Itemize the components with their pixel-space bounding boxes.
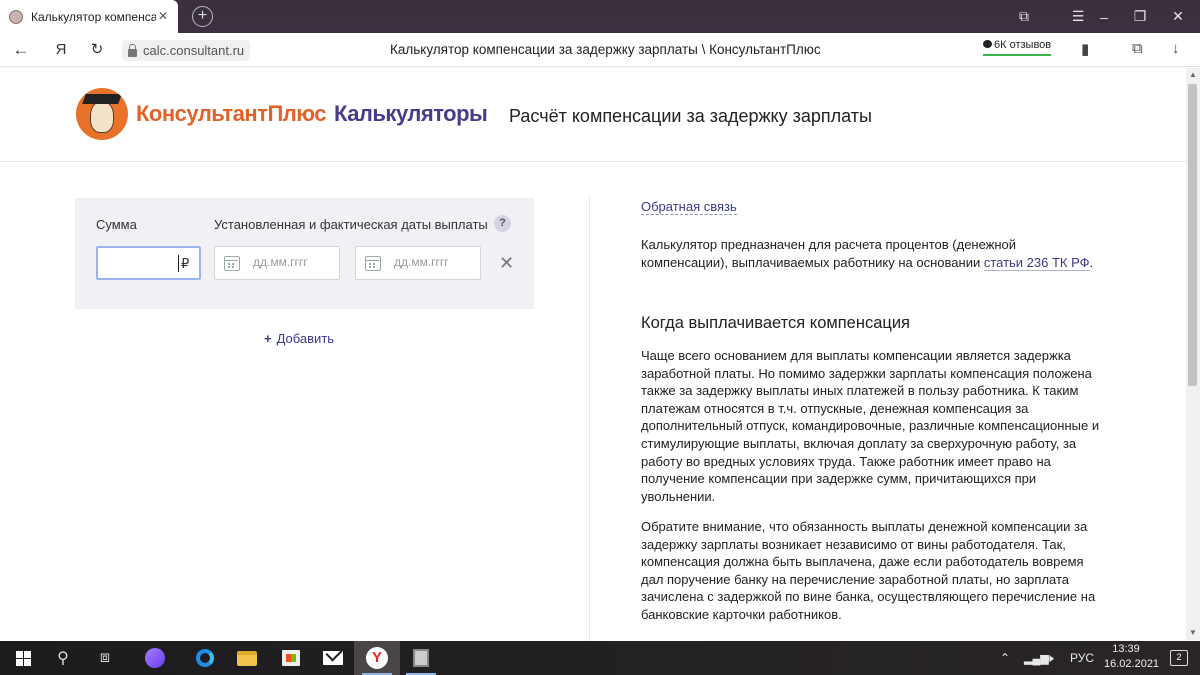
calendar-icon[interactable]	[365, 256, 381, 271]
windows-logo-icon	[15, 650, 31, 666]
volume-icon[interactable]: 🕪	[1046, 641, 1054, 675]
help-icon[interactable]: ?	[494, 215, 511, 232]
planned-date-field[interactable]	[214, 246, 340, 280]
bookmarks-panel-icon[interactable]: ⧉	[1006, 0, 1042, 33]
task-view-icon[interactable]: ⧈	[82, 641, 128, 675]
add-row-button[interactable]: + Добавить	[264, 331, 334, 346]
clock-time: 13:39	[1112, 643, 1140, 655]
url-text: calc.consultant.ru	[143, 43, 245, 58]
paragraph-1: Чаще всего основанием для выплаты компен…	[641, 348, 1100, 504]
calculator-app-icon[interactable]	[398, 641, 444, 675]
add-label: Добавить	[276, 331, 335, 346]
tray-chevron-icon[interactable]: ⌃	[1000, 641, 1010, 675]
url-field[interactable]: calc.consultant.ru	[122, 40, 251, 61]
section-heading: Когда выплачивается компенсация	[641, 314, 910, 332]
back-arrow-icon[interactable]: ←	[10, 39, 32, 61]
paragraph-2: Обратите внимание, что обязанность выпла…	[641, 519, 1096, 622]
actual-date-field[interactable]	[355, 246, 481, 280]
clock-date: 16.02.2021	[1104, 658, 1160, 670]
minimize-icon[interactable]: –	[1086, 0, 1122, 33]
restore-icon[interactable]: ❐	[1122, 0, 1158, 33]
column-divider	[589, 197, 590, 641]
calculator-form: Сумма Установленная и фактическая даты в…	[75, 198, 534, 309]
reviews-label: 6К отзывов	[994, 39, 1052, 51]
store-icon[interactable]	[268, 641, 314, 675]
brand-name: КонсультантПлюс	[136, 101, 327, 126]
notifications-icon[interactable]: 2	[1170, 650, 1188, 666]
brand-section: Калькуляторы	[334, 101, 488, 126]
collections-icon[interactable]: ⧉	[1132, 40, 1143, 57]
search-icon[interactable]: ⚲	[40, 641, 86, 675]
planned-date-input[interactable]	[253, 255, 333, 269]
site-logo[interactable]: КонсультантПлюс Калькуляторы	[136, 101, 488, 127]
network-icon[interactable]: ▂▄▆	[1024, 641, 1049, 675]
download-icon[interactable]: ↓	[1172, 40, 1180, 57]
lock-icon	[128, 43, 137, 57]
new-tab-button[interactable]: +	[192, 6, 213, 27]
browser-tab-bar: Калькулятор компенсаций ✕ + ⧉ ☰ – ❐ ✕	[0, 0, 1200, 33]
tab-close-icon[interactable]: ✕	[158, 9, 168, 23]
reviews-badge[interactable]: 6К отзывов	[983, 39, 1052, 56]
yandex-logo-icon[interactable]: Я	[50, 39, 72, 61]
scroll-thumb[interactable]	[1188, 84, 1197, 386]
site-favicon-icon	[9, 9, 23, 24]
taskbar: ⚲ ⧈ Y ⌃ ▂▄▆ 🕪 РУС 13:39 16.02.2021 2	[0, 641, 1200, 675]
bookmark-icon[interactable]: ▮	[1081, 40, 1089, 58]
yandex-browser-icon[interactable]: Y	[354, 641, 400, 675]
remove-row-icon[interactable]: ✕	[499, 254, 514, 272]
plus-icon: +	[264, 331, 272, 346]
sum-label: Сумма	[96, 217, 137, 232]
actual-date-input[interactable]	[394, 255, 474, 269]
browser-tab[interactable]: Калькулятор компенсаций ✕	[0, 0, 178, 33]
file-explorer-icon[interactable]	[224, 641, 270, 675]
address-bar: ← Я ↻ calc.consultant.ru Калькулятор ком…	[0, 33, 1200, 67]
edge-browser-icon[interactable]	[182, 641, 228, 675]
system-clock[interactable]: 13:39 16.02.2021	[1104, 642, 1160, 672]
text-caret	[178, 255, 179, 272]
scroll-up-icon[interactable]: ▲	[1189, 70, 1197, 79]
feedback-link[interactable]: Обратная связь	[641, 199, 737, 215]
chat-bubble-icon	[983, 40, 992, 48]
page-title-in-bar: Калькулятор компенсации за задержку зарп…	[390, 42, 821, 57]
reload-icon[interactable]: ↻	[86, 39, 108, 61]
mail-icon[interactable]	[310, 641, 356, 675]
tab-title: Калькулятор компенсаций	[31, 9, 156, 24]
site-header: КонсультантПлюс Калькуляторы Расчёт компе…	[0, 68, 1200, 162]
intro-text: Калькулятор предназначен для расчета про…	[641, 236, 1096, 271]
article-236-link[interactable]: статьи 236 ТК РФ	[983, 254, 1090, 271]
intro-end: .	[1089, 254, 1094, 270]
page-scrollbar[interactable]: ▲ ▼	[1186, 68, 1200, 640]
scroll-down-icon[interactable]: ▼	[1189, 628, 1197, 637]
dates-label: Установленная и фактическая даты выплаты	[214, 217, 488, 232]
intro-body: Калькулятор предназначен для расчета про…	[641, 237, 1017, 270]
consultant-logo-icon[interactable]	[76, 88, 128, 140]
close-window-icon[interactable]: ✕	[1160, 0, 1196, 33]
alice-assistant-icon[interactable]	[132, 641, 178, 675]
language-indicator[interactable]: РУС	[1070, 641, 1094, 675]
currency-sign: ₽	[181, 256, 190, 271]
calendar-icon[interactable]	[224, 256, 240, 271]
page-title: Расчёт компенсации за задержку зарплаты	[509, 106, 872, 126]
